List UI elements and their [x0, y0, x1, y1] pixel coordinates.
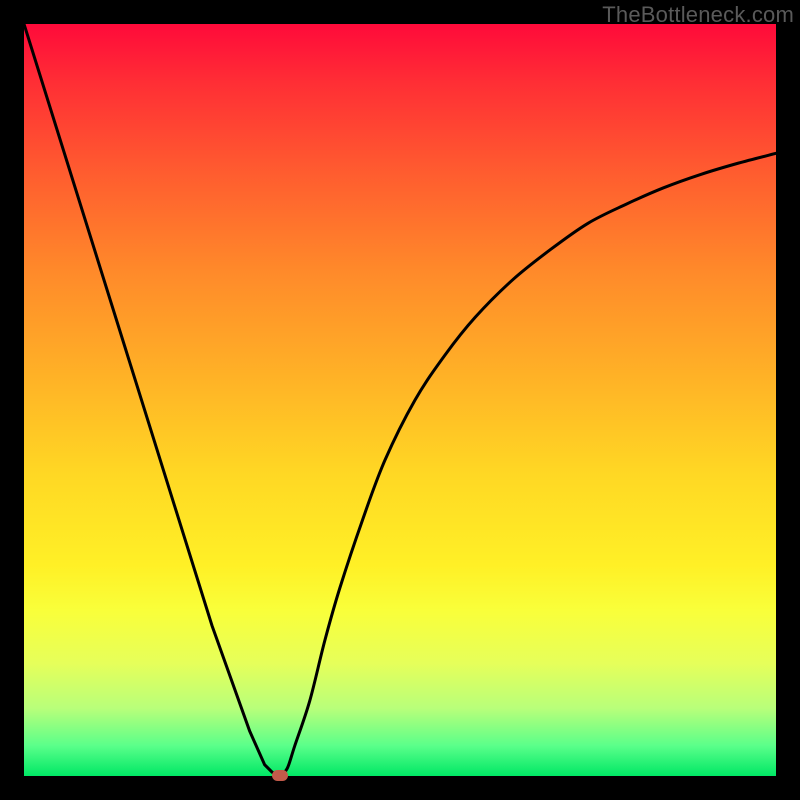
- watermark-text: TheBottleneck.com: [602, 2, 794, 28]
- curve-path: [24, 24, 776, 776]
- minimum-marker: [272, 770, 288, 781]
- plot-area: [24, 24, 776, 776]
- bottleneck-curve: [24, 24, 776, 776]
